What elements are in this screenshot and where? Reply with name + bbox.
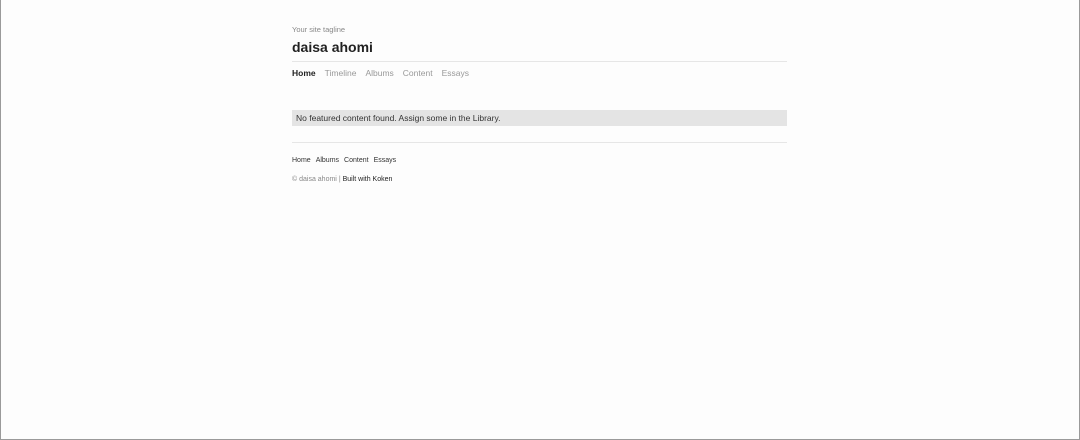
separator: |: [338, 176, 341, 183]
footer-nav-content[interactable]: Content: [344, 157, 369, 164]
site-title[interactable]: daisa ahomi: [292, 39, 373, 55]
nav-home[interactable]: Home: [292, 68, 316, 78]
header-divider: [292, 61, 787, 62]
footer-nav-home[interactable]: Home: [292, 157, 311, 164]
copyright: © daisa ahomi | Built with Koken: [292, 176, 392, 183]
footer-nav-essays[interactable]: Essays: [374, 157, 397, 164]
nav-content[interactable]: Content: [403, 68, 433, 78]
site-tagline: Your site tagline: [292, 25, 346, 34]
footer-nav: Home Albums Content Essays: [292, 157, 401, 164]
copyright-text: © daisa ahomi: [292, 176, 337, 183]
footer-nav-albums[interactable]: Albums: [316, 157, 339, 164]
nav-essays[interactable]: Essays: [442, 68, 469, 78]
built-with-koken-link[interactable]: Built with Koken: [343, 176, 393, 183]
featured-notice: No featured content found. Assign some i…: [292, 110, 787, 126]
nav-albums[interactable]: Albums: [365, 68, 393, 78]
footer-divider: [292, 142, 787, 143]
main-nav: Home Timeline Albums Content Essays: [292, 68, 478, 78]
nav-timeline[interactable]: Timeline: [325, 68, 357, 78]
